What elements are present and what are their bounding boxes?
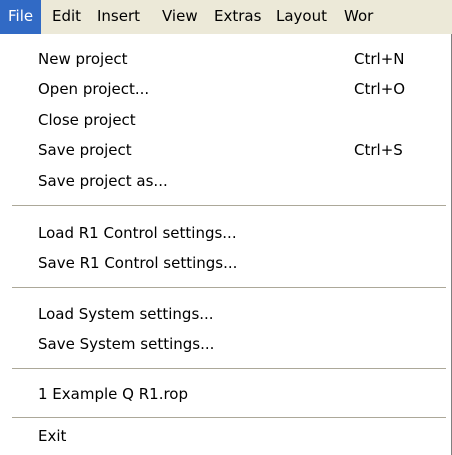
menu-item-save-r1-control-settings[interactable]: Save R1 Control settings... bbox=[0, 248, 446, 278]
menu-file[interactable]: File bbox=[0, 0, 42, 34]
menu-extras[interactable]: Extras bbox=[206, 0, 269, 34]
menu-item-label: Save R1 Control settings... bbox=[38, 254, 238, 272]
menu-item-label: Exit bbox=[38, 427, 67, 445]
menu-item-label: 1 Example Q R1.rop bbox=[38, 385, 188, 403]
menu-layout[interactable]: Layout bbox=[268, 0, 335, 34]
menu-item-recent-file-1[interactable]: 1 Example Q R1.rop bbox=[0, 379, 446, 409]
menu-item-label: Save System settings... bbox=[38, 335, 215, 353]
menu-item-label: New project bbox=[38, 50, 128, 68]
menu-item-label: Save project bbox=[38, 141, 132, 159]
menu-item-shortcut: Ctrl+N bbox=[354, 50, 405, 68]
menu-item-close-project[interactable]: Close project bbox=[0, 105, 446, 135]
menu-item-new-project[interactable]: New project Ctrl+N bbox=[0, 44, 446, 74]
menu-insert[interactable]: Insert bbox=[89, 0, 148, 34]
menu-item-save-system-settings[interactable]: Save System settings... bbox=[0, 329, 446, 359]
menu-separator bbox=[12, 287, 446, 289]
menu-item-load-r1-control-settings[interactable]: Load R1 Control settings... bbox=[0, 218, 446, 248]
menu-item-save-project[interactable]: Save project Ctrl+S bbox=[0, 135, 446, 165]
menu-item-label: Load System settings... bbox=[38, 305, 214, 323]
menu-view[interactable]: View bbox=[154, 0, 206, 34]
menu-item-label: Load R1 Control settings... bbox=[38, 224, 237, 242]
menu-item-shortcut: Ctrl+O bbox=[354, 80, 406, 98]
menu-separator bbox=[12, 368, 446, 370]
menu-item-shortcut: Ctrl+S bbox=[354, 141, 403, 159]
menu-separator bbox=[12, 417, 446, 419]
menu-item-load-system-settings[interactable]: Load System settings... bbox=[0, 299, 446, 329]
menu-separator bbox=[12, 205, 446, 207]
menu-item-label: Close project bbox=[38, 111, 136, 129]
menu-bar: File Edit Insert View Extras Layout Wor bbox=[0, 0, 452, 35]
menu-edit[interactable]: Edit bbox=[44, 0, 89, 34]
menu-window[interactable]: Wor bbox=[336, 0, 381, 34]
menu-item-label: Open project... bbox=[38, 80, 150, 98]
file-menu-dropdown: New project Ctrl+N Open project... Ctrl+… bbox=[0, 34, 452, 455]
menu-item-save-project-as[interactable]: Save project as... bbox=[0, 166, 446, 196]
menu-item-label: Save project as... bbox=[38, 172, 168, 190]
menu-item-open-project[interactable]: Open project... Ctrl+O bbox=[0, 74, 446, 104]
menu-item-exit[interactable]: Exit bbox=[0, 421, 446, 451]
